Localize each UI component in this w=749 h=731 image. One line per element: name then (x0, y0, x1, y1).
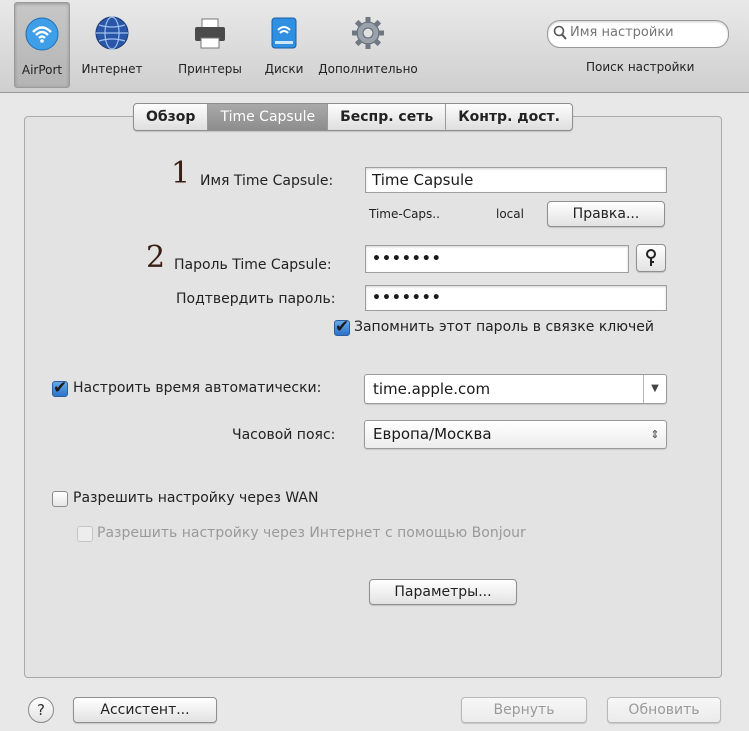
timezone-select[interactable]: Европа/Москва ⇕ (364, 420, 667, 449)
confirm-label: Подтвердить пароль: (176, 291, 336, 307)
dropdown-arrow-icon[interactable]: ▼ (643, 375, 666, 403)
globe-icon (95, 16, 129, 50)
parameters-button[interactable]: Параметры... (369, 579, 517, 605)
toolbar: AirPort Интернет Принтеры Диски Дополнит… (0, 0, 749, 93)
tab-time-capsule[interactable]: Time Capsule (208, 104, 329, 130)
bonjour-label: Разрешить настройку через Интернет с пом… (97, 525, 526, 541)
tab-wireless[interactable]: Беспр. сеть (328, 104, 447, 130)
timezone-value: Европа/Москва (373, 425, 492, 443)
search-field[interactable] (547, 20, 729, 48)
search-icon (553, 25, 567, 40)
search-input[interactable] (568, 24, 722, 41)
disk-icon (271, 17, 297, 49)
toolbar-label: Диски (264, 62, 304, 76)
auto-time-label: Настроить время автоматически: (73, 380, 322, 396)
airport-icon (25, 17, 59, 51)
keychain-label: Запомнить этот пароль в связке ключей (354, 319, 654, 335)
step-number-2: 2 (146, 240, 166, 275)
key-icon (646, 249, 656, 266)
auto-time-checkbox[interactable] (52, 378, 68, 398)
host-short: Time-Caps.. (369, 207, 440, 221)
step-number-1: 1 (171, 156, 191, 191)
toolbar-label: Принтеры (178, 62, 242, 76)
toolbar-internet[interactable]: Интернет (72, 2, 152, 86)
printer-icon (195, 18, 225, 49)
password-field[interactable]: ••••••• (365, 245, 629, 273)
name-field[interactable]: Time Capsule (365, 167, 667, 193)
password-label: Пароль Time Capsule: (174, 257, 332, 273)
timezone-label: Часовой пояс: (232, 427, 336, 443)
wan-label: Разрешить настройку через WAN (73, 490, 319, 506)
wan-checkbox[interactable] (52, 491, 68, 507)
confirm-field[interactable]: ••••••• (365, 285, 667, 311)
tab-overview[interactable]: Обзор (134, 104, 209, 130)
host-domain: local (496, 207, 524, 221)
bonjour-checkbox[interactable] (77, 526, 93, 542)
time-server-combo[interactable]: time.apple.com ▼ (364, 374, 667, 404)
tab-access-control[interactable]: Контр. дост. (446, 104, 572, 130)
updown-arrow-icon: ⇕ (650, 428, 660, 441)
toolbar-printers[interactable]: Принтеры (170, 2, 250, 86)
toolbar-label: Дополнительно (318, 62, 418, 76)
revert-button[interactable]: Вернуть (461, 697, 587, 723)
key-button[interactable] (636, 244, 666, 272)
tab-bar: Обзор Time Capsule Беспр. сеть Контр. до… (133, 103, 573, 131)
toolbar-label: Интернет (81, 62, 143, 76)
keychain-checkbox[interactable] (334, 317, 350, 337)
time-server-value: time.apple.com (373, 380, 491, 398)
toolbar-disks[interactable]: Диски (256, 2, 312, 86)
edit-button[interactable]: Правка... (547, 201, 665, 227)
help-button[interactable]: ? (28, 697, 54, 723)
name-label: Имя Time Capsule: (200, 173, 334, 189)
toolbar-airport[interactable]: AirPort (14, 2, 70, 88)
search-label: Поиск настройки (586, 60, 695, 74)
assistant-button[interactable]: Ассистент... (73, 697, 217, 723)
update-button[interactable]: Обновить (607, 697, 721, 723)
toolbar-advanced[interactable]: Дополнительно (316, 2, 420, 86)
toolbar-label: AirPort (21, 63, 63, 77)
gear-icon (352, 17, 384, 49)
